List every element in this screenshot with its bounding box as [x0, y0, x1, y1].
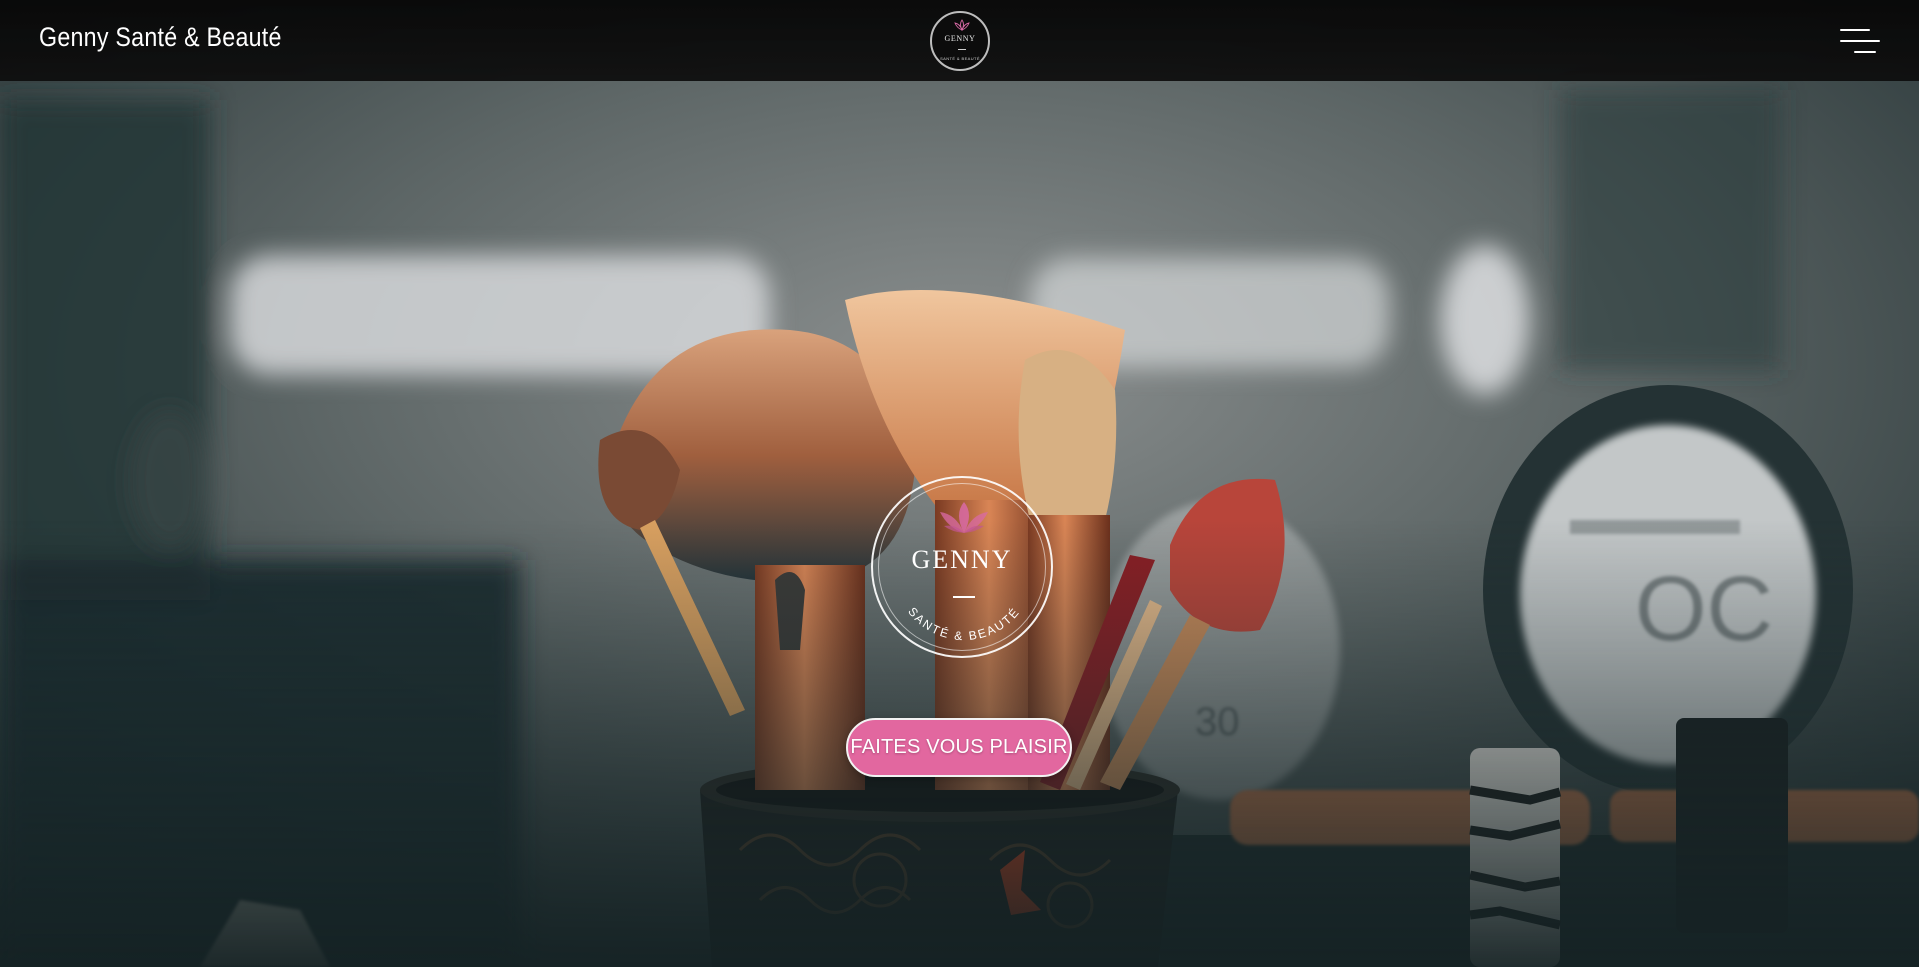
- hamburger-menu-icon[interactable]: [1836, 27, 1880, 55]
- lotus-icon: [954, 19, 970, 31]
- site-brand-name[interactable]: Genny Santé & Beauté: [39, 22, 282, 53]
- cta-button[interactable]: FAITES VOUS PLAISIR: [846, 718, 1072, 777]
- hero-logo: GENNY SANTÉ & BEAUTÉ: [871, 476, 1053, 658]
- header-logo-name: GENNY: [944, 34, 976, 43]
- header-logo-subtitle: SANTÉ & BEAUTÉ: [940, 56, 980, 61]
- hero-logo-divider: [953, 596, 975, 598]
- top-navigation-bar: Genny Santé & Beauté GENNY SANTÉ & BEAUT…: [0, 0, 1919, 81]
- hero-logo-name: GENNY: [911, 545, 1013, 574]
- svg-text:SANTÉ & BEAUTÉ: SANTÉ & BEAUTÉ: [905, 604, 1023, 643]
- menu-line: [1840, 29, 1870, 31]
- menu-line: [1854, 51, 1876, 53]
- header-logo-divider: [958, 49, 966, 50]
- hero-logo-subtitle: SANTÉ & BEAUTÉ: [905, 604, 1021, 643]
- hero-logo-subtitle-arc: SANTÉ & BEAUTÉ: [905, 604, 1023, 643]
- lotus-icon: [940, 502, 988, 533]
- menu-line: [1840, 40, 1880, 42]
- header-logo[interactable]: GENNY SANTÉ & BEAUTÉ: [930, 11, 990, 71]
